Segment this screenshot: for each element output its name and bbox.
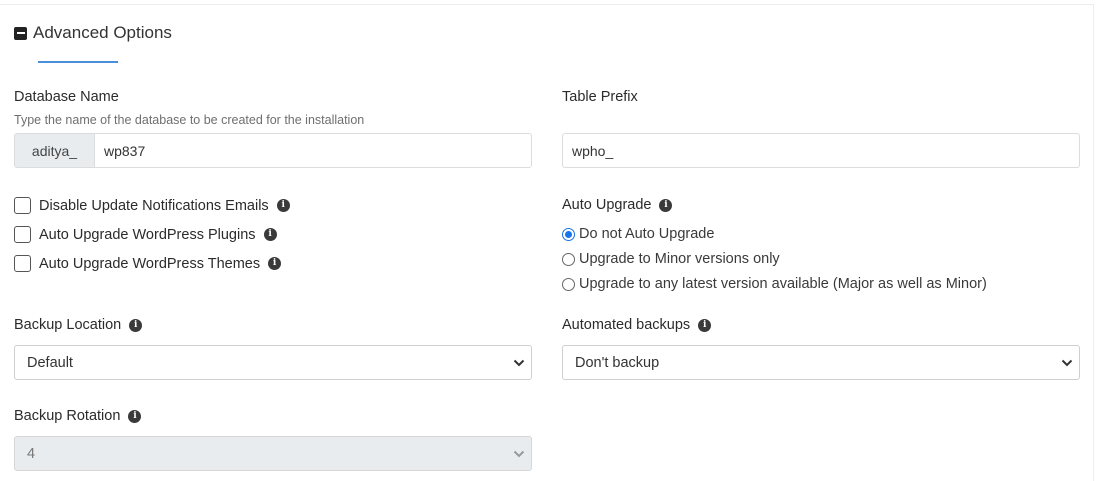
info-icon[interactable]: i (698, 318, 712, 332)
radio-label: Do not Auto Upgrade (579, 226, 715, 242)
backup-location-select[interactable]: Default (14, 345, 532, 380)
minus-square-icon[interactable] (14, 26, 27, 40)
radio-minor-versions[interactable]: Upgrade to Minor versions only (562, 251, 780, 267)
checkbox-label: Auto Upgrade WordPress Themes (39, 255, 261, 272)
automated-backups-selected: Don't backup (575, 354, 660, 371)
automated-backups-select[interactable]: Don't backup (562, 345, 1080, 380)
radio-no-auto-upgrade[interactable]: Do not Auto Upgrade (562, 226, 714, 242)
table-prefix-label-text: Table Prefix (562, 89, 638, 105)
table-prefix-input[interactable] (562, 133, 1080, 168)
section-title: Advanced Options (33, 23, 172, 42)
checkbox-box[interactable] (14, 255, 31, 272)
radio-button[interactable] (562, 277, 575, 291)
backup-rotation-label-text: Backup Rotation (14, 408, 121, 424)
radio-label: Upgrade to any latest version available … (579, 276, 987, 292)
info-icon[interactable]: i (263, 228, 277, 241)
backup-rotation-selected: 4 (27, 445, 36, 462)
disable-update-notifications-checkbox[interactable]: Disable Update Notifications Emails i (14, 197, 290, 214)
info-icon[interactable]: i (276, 199, 290, 212)
automated-backups-label: Automated backups i (562, 317, 712, 333)
checkbox-box[interactable] (14, 226, 31, 243)
radio-label: Upgrade to Minor versions only (579, 251, 780, 267)
database-prefix-addon: aditya_ (15, 134, 95, 167)
chevron-down-icon (513, 359, 525, 366)
radio-button[interactable] (562, 227, 575, 241)
backup-location-label: Backup Location i (14, 317, 143, 333)
database-name-hint: Type the name of the database to be crea… (14, 113, 365, 127)
backup-rotation-select: 4 (14, 436, 532, 471)
auto-upgrade-themes-checkbox[interactable]: Auto Upgrade WordPress Themes i (14, 255, 282, 272)
backup-location-label-text: Backup Location (14, 317, 122, 333)
advanced-options-toggle[interactable]: Advanced Options (14, 22, 172, 44)
checkbox-label: Disable Update Notifications Emails (39, 197, 269, 214)
database-name-input[interactable] (95, 134, 531, 167)
info-icon[interactable]: i (659, 198, 673, 212)
radio-latest-version[interactable]: Upgrade to any latest version available … (562, 276, 987, 292)
checkbox-label: Auto Upgrade WordPress Plugins (39, 226, 256, 243)
database-name-input-group: aditya_ (14, 133, 532, 168)
info-icon[interactable]: i (268, 257, 282, 270)
radio-button[interactable] (562, 252, 575, 266)
checkbox-box[interactable] (14, 197, 31, 214)
info-icon[interactable]: i (129, 318, 143, 332)
chevron-down-icon (1061, 359, 1073, 366)
auto-upgrade-plugins-checkbox[interactable]: Auto Upgrade WordPress Plugins i (14, 226, 277, 243)
info-icon[interactable]: i (128, 409, 142, 423)
automated-backups-label-text: Automated backups (562, 317, 691, 333)
backup-location-selected: Default (27, 354, 73, 371)
auto-upgrade-label-text: Auto Upgrade (562, 197, 652, 213)
backup-rotation-label: Backup Rotation i (14, 408, 142, 424)
auto-upgrade-label: Auto Upgrade i (562, 197, 673, 213)
database-name-label-text: Database Name (14, 89, 119, 105)
database-name-label: Database Name (14, 89, 119, 105)
table-prefix-label: Table Prefix (562, 89, 638, 105)
section-title-underline (38, 61, 118, 63)
chevron-down-icon (513, 450, 525, 457)
